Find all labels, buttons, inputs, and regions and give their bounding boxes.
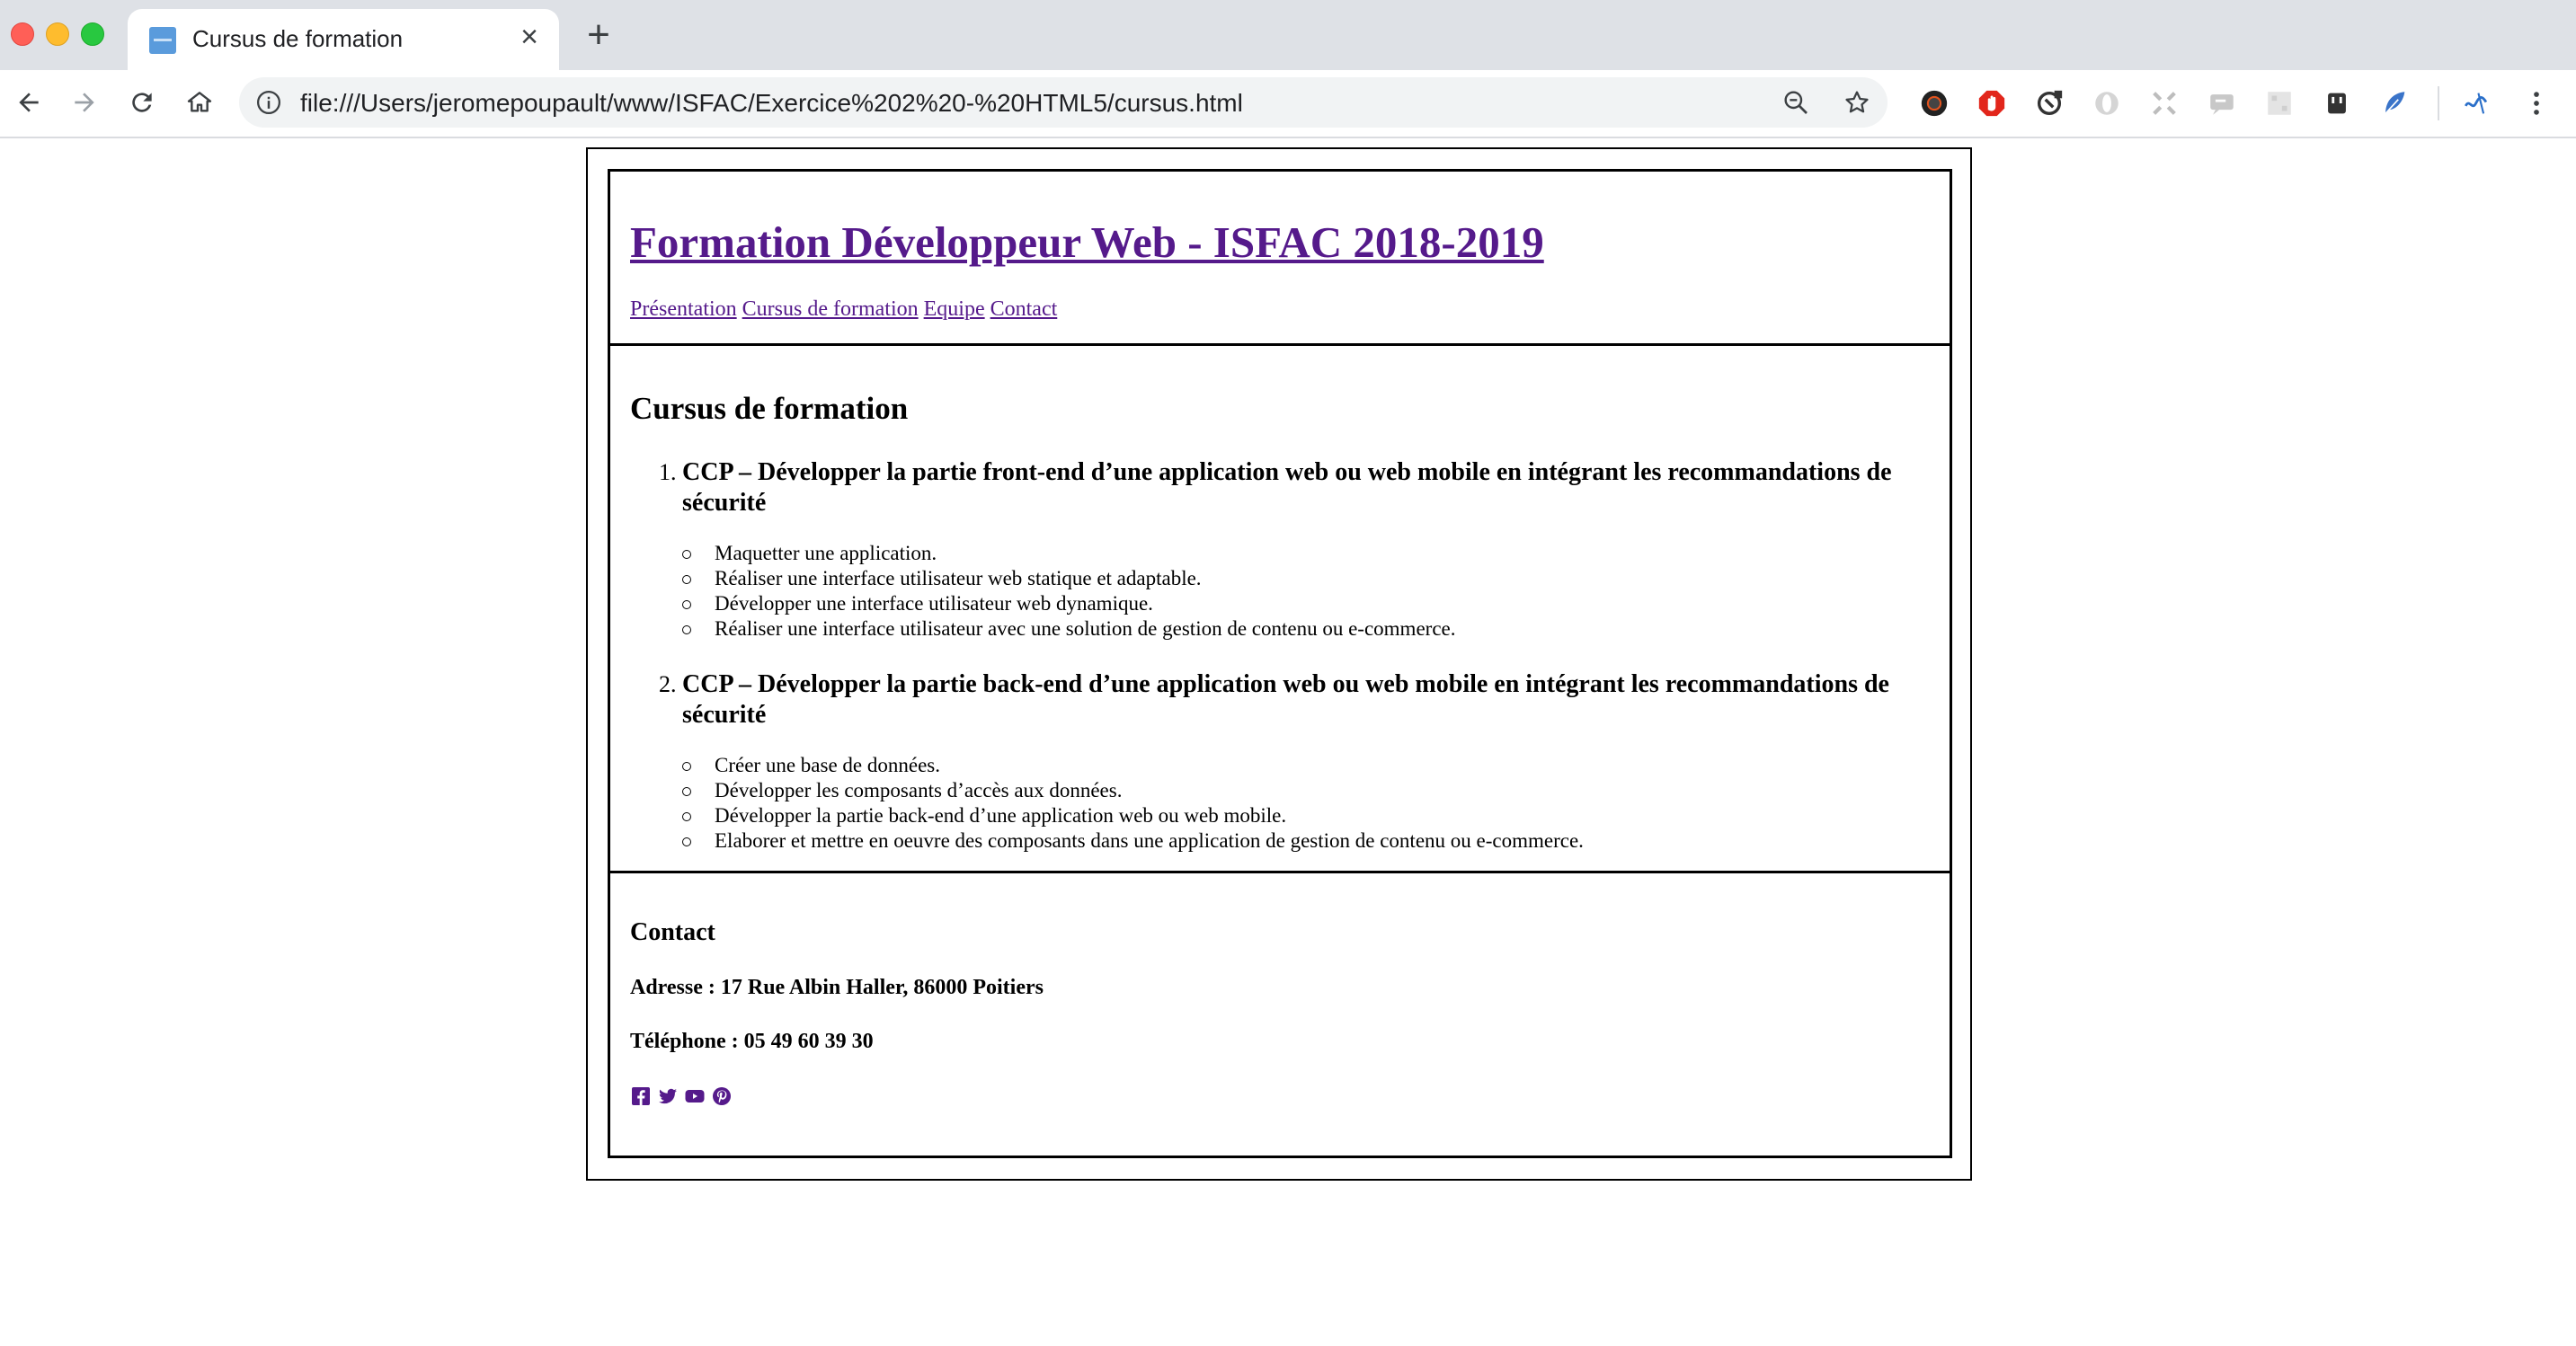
module-title: CCP – Développer la partie front-end d’u… [682,458,1892,517]
list-item: Elaborer et mettre en oeuvre des composa… [682,828,1584,854]
toolbar-separator [2438,86,2439,120]
new-tab-button[interactable]: + [581,15,617,55]
facebook-icon[interactable] [630,1085,652,1107]
list-item: Réaliser une interface utilisateur avec … [682,616,1456,642]
twitter-icon[interactable] [657,1085,679,1107]
bookmark-star-icon[interactable] [1843,88,1871,117]
list-item: Développer une interface utilisateur web… [682,591,1456,616]
list-item: Développer la partie back-end d’une appl… [682,803,1584,828]
pinterest-icon[interactable] [711,1085,733,1107]
wave-extension-icon[interactable] [2462,88,2492,119]
page-title: Cursus de formation [630,391,909,426]
plug-extension-icon[interactable] [2322,88,2352,119]
forward-icon[interactable] [63,81,106,124]
opera-extension-icon[interactable] [2092,88,2122,119]
favicon-icon [149,27,176,54]
info-icon[interactable] [255,89,282,116]
adblock-extension-icon[interactable] [1976,88,2007,119]
contact-title: Contact [630,918,715,946]
youtube-icon[interactable] [684,1085,706,1107]
list-item: Créer une base de données. [682,753,1584,778]
maximize-window-button[interactable] [81,22,104,46]
nav-link-equipe[interactable]: Equipe [924,297,985,321]
reload-icon[interactable] [120,81,164,124]
zoom-icon[interactable] [1781,88,1810,117]
page-wrapper: Formation Développeur Web - ISFAC 2018-2… [586,147,1972,1181]
contact-phone: Téléphone : 05 49 60 39 30 [630,1030,874,1053]
back-icon[interactable] [7,81,50,124]
minimize-window-button[interactable] [46,22,69,46]
qr-extension-icon[interactable] [2264,88,2295,119]
feather-extension-icon[interactable] [2379,88,2410,119]
nav-link-contact[interactable]: Contact [990,297,1058,321]
module-title: CCP – Développer la partie back-end d’un… [682,670,1889,729]
list-item: Réaliser une interface utilisateur web s… [682,566,1456,591]
site-footer: Contact Adresse : 17 Rue Albin Haller, 8… [608,871,1952,1158]
chat-extension-icon[interactable] [2207,88,2237,119]
social-links [630,1085,733,1107]
tab-close-icon[interactable]: × [514,22,545,52]
address-bar[interactable]: file:///Users/jeromepoupault/www/ISFAC/E… [239,77,1888,128]
main-content: Cursus de formation 1. CCP – Développer … [608,343,1952,872]
module-skill-list: Maquetter une application. Réaliser une … [682,541,1456,642]
module-number: 1. [659,459,677,485]
url-text[interactable]: file:///Users/jeromepoupault/www/ISFAC/E… [300,89,1243,118]
camera-extension-icon[interactable] [1919,88,1950,119]
main-nav: Présentation Cursus de formation Equipe … [630,297,1057,322]
sync-extension-icon[interactable] [2034,88,2065,119]
browser-toolbar: file:///Users/jeromepoupault/www/ISFAC/E… [0,70,2576,138]
site-header: Formation Développeur Web - ISFAC 2018-2… [608,169,1952,345]
tab-title: Cursus de formation [192,25,404,52]
grid-extension-icon[interactable] [2149,88,2180,119]
browser-tab-bar: Cursus de formation × + [0,0,2576,70]
list-item: Maquetter une application. [682,541,1456,566]
nav-link-cursus[interactable]: Cursus de formation [742,297,919,321]
close-window-button[interactable] [11,22,34,46]
home-icon[interactable] [178,81,221,124]
contact-address: Adresse : 17 Rue Albin Haller, 86000 Poi… [630,976,1044,999]
list-item: Développer les composants d’accès aux do… [682,778,1584,803]
browser-tab[interactable]: Cursus de formation × [128,9,559,70]
nav-link-presentation[interactable]: Présentation [630,297,737,321]
module-skill-list: Créer une base de données. Développer le… [682,753,1584,854]
module-number: 2. [659,671,677,697]
site-title-link[interactable]: Formation Développeur Web - ISFAC 2018-2… [630,217,1544,268]
menu-dots-icon[interactable] [2521,88,2552,119]
